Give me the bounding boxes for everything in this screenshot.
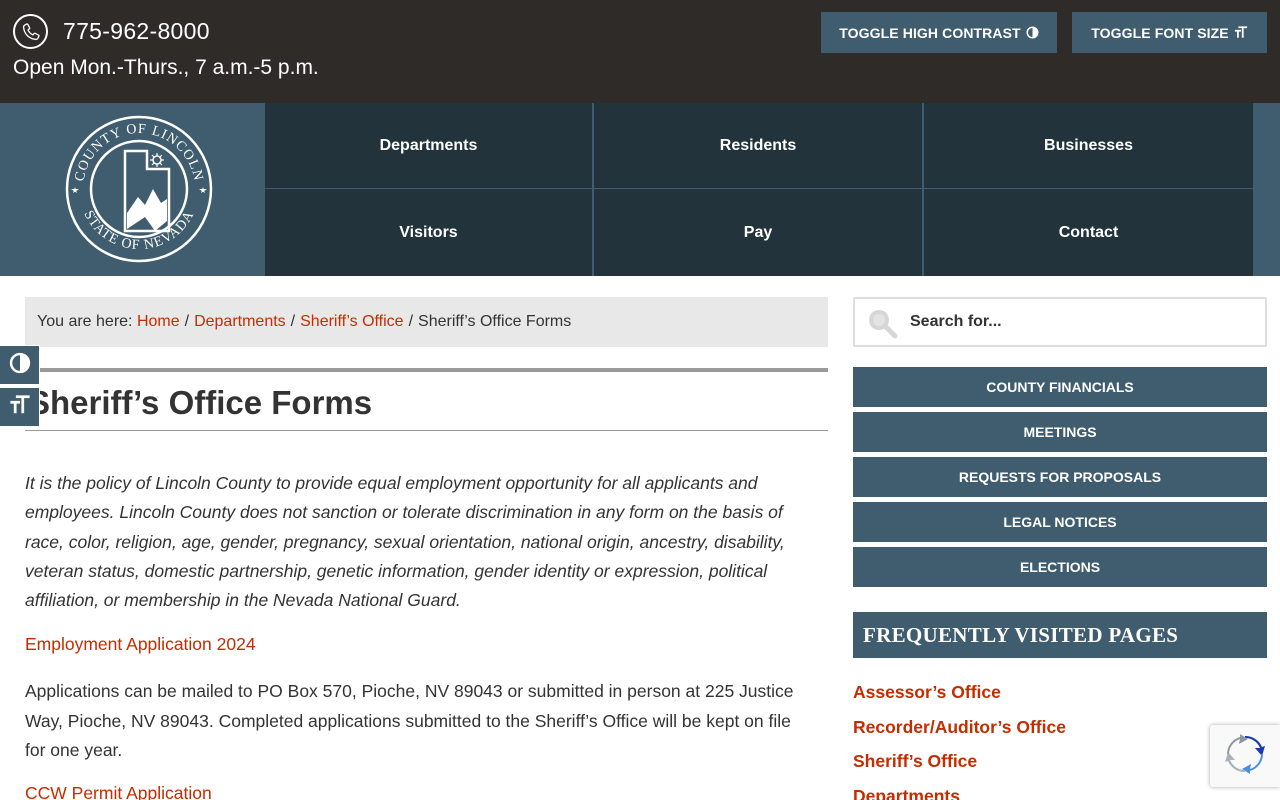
- breadcrumb-separator: /: [184, 313, 190, 330]
- requests-for-proposals-button[interactable]: REQUESTS FOR PROPOSALS: [853, 457, 1267, 497]
- toggle-high-contrast-button[interactable]: TOGGLE HIGH CONTRAST: [821, 12, 1057, 53]
- legal-notices-button[interactable]: LEGAL NOTICES: [853, 502, 1267, 542]
- freq-link-recorder-auditors-office[interactable]: Recorder/Auditor’s Office: [853, 715, 1267, 750]
- office-hours: Open Mon.-Thurs., 7 a.m.-5 p.m.: [13, 56, 319, 79]
- meetings-button[interactable]: MEETINGS: [853, 412, 1267, 452]
- search-box: [853, 297, 1267, 347]
- toggle-high-contrast-label: TOGGLE HIGH CONTRAST: [839, 24, 1021, 41]
- search-input[interactable]: [910, 299, 1260, 345]
- nav-businesses[interactable]: Businesses: [924, 103, 1253, 189]
- toggle-font-size-label: TOGGLE FONT SIZE: [1091, 24, 1229, 41]
- breadcrumb-prefix: You are here:: [37, 313, 133, 330]
- nav-residents[interactable]: Residents: [594, 103, 924, 189]
- contrast-icon: [9, 352, 31, 379]
- application-mailing-info: Applications can be mailed to PO Box 570…: [25, 681, 794, 761]
- ccw-permit-application-link[interactable]: CCW Permit Application: [25, 781, 815, 800]
- breadcrumb-separator: /: [290, 313, 296, 330]
- freq-link-departments[interactable]: Departments: [853, 784, 1267, 800]
- site-header: COUNTY OF LINCOLN STATE OF NEVADA Depart…: [0, 103, 1280, 276]
- county-seal-logo[interactable]: COUNTY OF LINCOLN STATE OF NEVADA: [63, 113, 215, 265]
- search-icon: [866, 307, 898, 344]
- frequently-visited-heading: FREQUENTLY VISITED PAGES: [853, 612, 1267, 658]
- breadcrumb-separator: /: [408, 313, 414, 330]
- top-bar: 775-962-8000 Open Mon.-Thurs., 7 a.m.-5 …: [0, 0, 1280, 103]
- side-font-size-toggle[interactable]: [0, 387, 40, 427]
- toggle-font-size-button[interactable]: TOGGLE FONT SIZE: [1072, 12, 1267, 53]
- font-size-icon: [1234, 26, 1248, 39]
- breadcrumb-home[interactable]: Home: [137, 313, 180, 331]
- frequently-visited-list: Assessor’s Office Recorder/Auditor’s Off…: [853, 680, 1267, 800]
- employment-application-link[interactable]: Employment Application 2024: [25, 632, 815, 656]
- breadcrumb-departments[interactable]: Departments: [194, 313, 286, 331]
- recaptcha-badge[interactable]: [1210, 725, 1280, 787]
- freq-link-sheriffs-office[interactable]: Sheriff’s Office: [853, 749, 1267, 784]
- phone-number[interactable]: 775-962-8000: [63, 18, 210, 45]
- main-navigation: Departments Residents Businesses Visitor…: [265, 103, 1253, 276]
- nav-departments[interactable]: Departments: [265, 103, 594, 189]
- elections-button[interactable]: ELECTIONS: [853, 547, 1267, 587]
- phone-icon: [13, 14, 48, 49]
- nav-pay[interactable]: Pay: [594, 189, 924, 276]
- nav-contact[interactable]: Contact: [924, 189, 1253, 276]
- equal-opportunity-policy: It is the policy of Lincoln County to pr…: [25, 473, 785, 611]
- county-financials-button[interactable]: COUNTY FINANCIALS: [853, 367, 1267, 407]
- nav-visitors[interactable]: Visitors: [265, 189, 594, 276]
- phone-row: 775-962-8000: [13, 14, 210, 49]
- page-title-wrapper: Sheriff’s Office Forms: [25, 368, 828, 431]
- breadcrumb: You are here: Home / Departments / Sheri…: [25, 297, 828, 347]
- contrast-icon: [1026, 26, 1039, 39]
- breadcrumb-current: Sheriff’s Office Forms: [418, 313, 572, 330]
- recaptcha-icon: [1223, 732, 1267, 781]
- freq-link-assessors-office[interactable]: Assessor’s Office: [853, 680, 1267, 715]
- font-size-icon: [9, 394, 31, 420]
- side-contrast-toggle[interactable]: [0, 345, 40, 385]
- main-content: It is the policy of Lincoln County to pr…: [25, 469, 815, 800]
- breadcrumb-sheriffs-office[interactable]: Sheriff’s Office: [300, 313, 403, 331]
- page-title: Sheriff’s Office Forms: [28, 384, 373, 421]
